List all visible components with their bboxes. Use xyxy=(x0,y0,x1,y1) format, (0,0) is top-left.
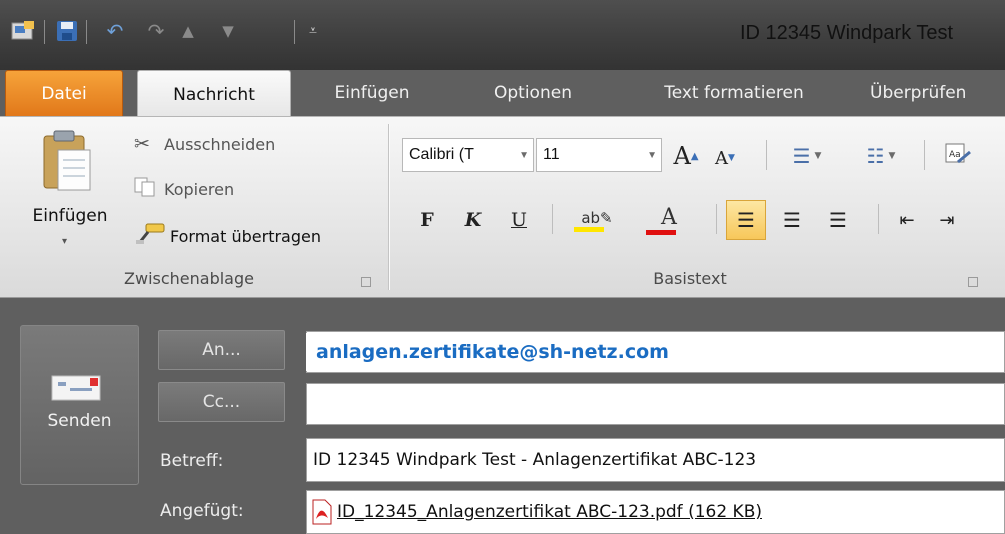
copy-icon xyxy=(134,177,164,201)
tab-ueberpruefen[interactable]: Überprüfen xyxy=(870,70,1005,116)
outlook-app-icon[interactable] xyxy=(8,20,38,42)
format-painter-button[interactable]: Format übertragen xyxy=(134,223,321,249)
attachment-link[interactable]: ID_12345_Anlagenzertifikat ABC-123.pdf (… xyxy=(337,502,762,522)
send-button[interactable] xyxy=(20,325,139,485)
quick-access-separator xyxy=(44,20,45,44)
save-icon[interactable] xyxy=(54,20,80,42)
numbered-list-icon[interactable]: ☷ ▼ xyxy=(850,136,912,176)
attachment-field[interactable]: ID_12345_Anlagenzertifikat ABC-123.pdf (… xyxy=(306,490,1005,534)
cut-button[interactable]: ✂ Ausschneiden xyxy=(134,132,275,156)
font-color-button[interactable]: A xyxy=(640,200,698,240)
increase-indent-icon[interactable]: ⇥ xyxy=(930,200,964,240)
quick-access-separator xyxy=(294,20,295,44)
to-recipient[interactable]: anlagen.zertifikate@sh-netz.com xyxy=(306,333,782,371)
format-painter-icon xyxy=(134,222,170,250)
redo-icon[interactable]: ↷ xyxy=(144,19,168,43)
to-button[interactable]: An... xyxy=(158,330,285,370)
send-envelope-icon xyxy=(48,372,106,404)
grow-font-icon[interactable]: A ▲ xyxy=(668,136,704,176)
paste-button[interactable]: Einfügen xyxy=(18,206,122,226)
align-right-icon: ☰ xyxy=(829,208,847,232)
tab-datei[interactable]: Datei xyxy=(5,70,123,116)
cut-label: Ausschneiden xyxy=(164,134,276,154)
format-painter-label: Format übertragen xyxy=(170,226,321,246)
tab-einfuegen[interactable]: Einfügen xyxy=(320,70,424,116)
undo-icon[interactable]: ↶ xyxy=(102,19,128,43)
toolbar-separator xyxy=(878,204,879,234)
align-center-icon: ☰ xyxy=(783,208,801,232)
font-color-icon: A xyxy=(661,205,677,230)
toolbar-separator xyxy=(552,204,553,234)
group-separator xyxy=(388,124,389,290)
align-right-button[interactable]: ☰ xyxy=(818,200,858,240)
customize-quick-access-icon[interactable]: ⩡ xyxy=(302,20,324,42)
align-left-button[interactable]: ☰ xyxy=(726,200,766,240)
tab-text-formatieren[interactable]: Text formatieren xyxy=(640,70,828,116)
shrink-font-icon[interactable]: A ▼ xyxy=(708,138,742,178)
subject-field[interactable]: ID 12345 Windpark Test - Anlagenzertifik… xyxy=(306,438,1005,482)
bold-button[interactable]: F xyxy=(412,200,442,240)
scissors-icon: ✂ xyxy=(134,133,150,155)
copy-label: Kopieren xyxy=(164,179,235,199)
chevron-down-icon: ▼ xyxy=(647,149,657,161)
previous-item-icon[interactable]: ▲ xyxy=(176,20,200,42)
window-title: ID 12345 Windpark Test xyxy=(740,22,954,44)
cc-button[interactable]: Cc... xyxy=(158,382,285,422)
align-left-icon: ☰ xyxy=(737,208,755,232)
font-size-value: 11 xyxy=(543,146,560,163)
font-name-value: Calibri (T xyxy=(409,146,474,163)
bullet-list-icon[interactable]: ☰ ▼ xyxy=(784,136,830,176)
decrease-indent-icon[interactable]: ⇤ xyxy=(890,200,924,240)
next-item-icon[interactable]: ▼ xyxy=(216,20,240,42)
svg-text:Aa: Aa xyxy=(949,150,961,160)
toolbar-separator xyxy=(716,204,717,234)
quick-access-separator xyxy=(86,20,87,44)
toolbar-separator xyxy=(924,140,925,170)
align-center-button[interactable]: ☰ xyxy=(772,200,812,240)
cc-field[interactable] xyxy=(306,383,1005,425)
underline-button[interactable]: U xyxy=(504,200,534,240)
styles-icon[interactable]: Aa xyxy=(940,136,976,176)
font-name-dropdown[interactable]: Calibri (T ▼ xyxy=(402,138,534,172)
clipboard-launcher-icon[interactable] xyxy=(361,277,371,287)
tab-optionen[interactable]: Optionen xyxy=(474,70,592,116)
font-size-dropdown[interactable]: 11 ▼ xyxy=(536,138,662,172)
paste-dropdown-icon[interactable]: ▾ xyxy=(62,236,67,247)
copy-button[interactable]: Kopieren xyxy=(134,177,234,201)
highlight-color-button[interactable]: ab✎ xyxy=(566,200,628,240)
group-label-basistext: Basistext xyxy=(653,268,727,288)
group-label-zwischenablage: Zwischenablage xyxy=(124,268,254,288)
pdf-file-icon xyxy=(311,499,333,525)
chevron-down-icon: ▼ xyxy=(519,149,529,161)
toolbar-separator xyxy=(766,140,767,170)
clipboard-paste-icon[interactable] xyxy=(38,128,94,194)
basistext-launcher-icon[interactable] xyxy=(968,277,978,287)
attached-label: Angefügt: xyxy=(160,501,244,521)
italic-button[interactable]: K xyxy=(458,200,488,240)
subject-label: Betreff: xyxy=(160,451,224,471)
tab-nachricht[interactable]: Nachricht xyxy=(137,70,291,118)
send-label: Senden xyxy=(47,411,112,431)
highlighter-icon: ab✎ xyxy=(581,208,613,227)
